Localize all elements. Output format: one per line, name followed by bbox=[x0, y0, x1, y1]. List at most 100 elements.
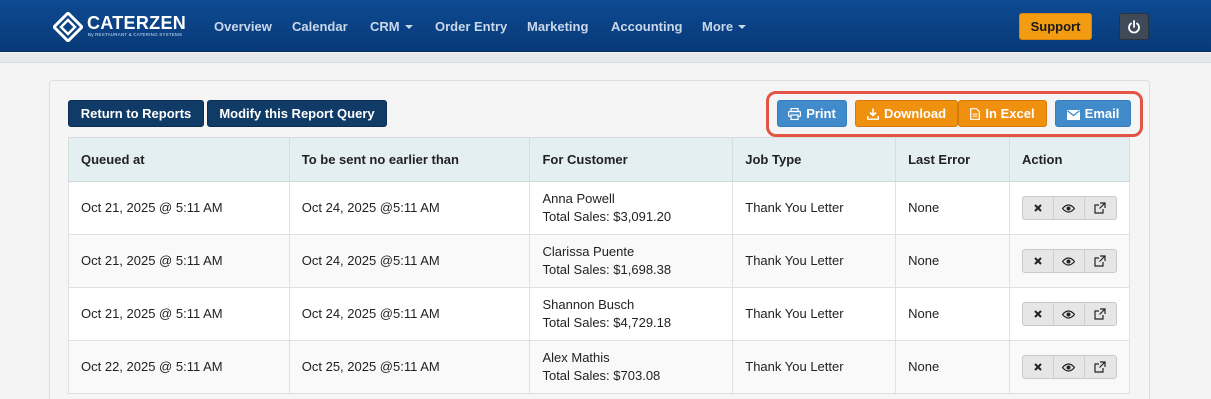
nav-accounting[interactable]: Accounting bbox=[611, 19, 683, 34]
open-external-button[interactable] bbox=[1085, 356, 1116, 378]
action-cell bbox=[1008, 287, 1131, 341]
column-header-last-error[interactable]: Last Error bbox=[895, 137, 1010, 182]
action-cell bbox=[1008, 234, 1131, 288]
send-after-cell: Oct 25, 2025 @5:11 AM bbox=[288, 340, 531, 394]
table-row: Oct 21, 2025 @ 5:11 AM Oct 24, 2025 @5:1… bbox=[68, 234, 1131, 288]
nav-more[interactable]: More bbox=[702, 19, 747, 34]
external-link-icon bbox=[1094, 202, 1107, 214]
column-header-job-type[interactable]: Job Type bbox=[732, 137, 897, 182]
column-header-action: Action bbox=[1008, 137, 1131, 182]
caterzen-logo[interactable]: CATERZEN By RESTAURANT & CATERING SYSTEM… bbox=[53, 11, 187, 43]
chevron-down-icon bbox=[738, 25, 747, 29]
download-icon bbox=[867, 108, 879, 120]
top-navbar: CATERZEN By RESTAURANT & CATERING SYSTEM… bbox=[0, 0, 1211, 52]
close-icon bbox=[1034, 257, 1042, 265]
nav-order-entry[interactable]: Order Entry bbox=[435, 19, 507, 34]
column-header-queued-at[interactable]: Queued at bbox=[68, 137, 290, 182]
eye-icon bbox=[1062, 362, 1076, 372]
delete-button[interactable] bbox=[1023, 303, 1054, 325]
customer-name: Clarissa Puente bbox=[542, 244, 635, 259]
email-label: Email bbox=[1084, 106, 1120, 121]
customer-cell: Shannon Busch Total Sales: $4,729.18 bbox=[529, 287, 734, 341]
print-label: Print bbox=[806, 106, 836, 121]
sub-header-strip bbox=[0, 53, 1211, 63]
customer-total-sales: Total Sales: $4,729.18 bbox=[542, 315, 672, 330]
nav-overview[interactable]: Overview bbox=[214, 19, 272, 34]
modify-report-query-button[interactable]: Modify this Report Query bbox=[207, 100, 387, 127]
row-action-group bbox=[1021, 302, 1117, 326]
brand-name: CATERZEN bbox=[87, 13, 187, 33]
file-icon bbox=[970, 108, 981, 120]
delete-button[interactable] bbox=[1023, 250, 1054, 272]
nav-crm-label: CRM bbox=[370, 19, 400, 34]
open-external-button[interactable] bbox=[1085, 197, 1116, 219]
external-link-icon bbox=[1094, 255, 1107, 267]
nav-more-label: More bbox=[702, 19, 734, 34]
view-button[interactable] bbox=[1054, 197, 1085, 219]
row-action-group bbox=[1021, 249, 1117, 273]
view-button[interactable] bbox=[1054, 303, 1085, 325]
last-error-cell: None bbox=[895, 287, 1010, 341]
last-error-cell: None bbox=[895, 234, 1010, 288]
download-excel-button[interactable]: In Excel bbox=[958, 100, 1047, 127]
nav-marketing[interactable]: Marketing bbox=[527, 19, 588, 34]
eye-icon bbox=[1062, 309, 1076, 319]
queued-at-cell: Oct 21, 2025 @ 5:11 AM bbox=[68, 287, 290, 341]
customer-cell: Clarissa Puente Total Sales: $1,698.38 bbox=[529, 234, 734, 288]
send-after-cell: Oct 24, 2025 @5:11 AM bbox=[288, 234, 531, 288]
view-button[interactable] bbox=[1054, 250, 1085, 272]
download-label: Download bbox=[883, 106, 947, 121]
eye-icon bbox=[1062, 256, 1076, 266]
table-row: Oct 21, 2025 @ 5:11 AM Oct 24, 2025 @5:1… bbox=[68, 181, 1131, 235]
power-icon bbox=[1128, 20, 1140, 34]
send-after-cell: Oct 24, 2025 @5:11 AM bbox=[288, 287, 531, 341]
eye-icon bbox=[1062, 203, 1076, 213]
customer-cell: Anna Powell Total Sales: $3,091.20 bbox=[529, 181, 734, 235]
customer-name: Shannon Busch bbox=[542, 297, 635, 312]
print-icon bbox=[788, 108, 802, 120]
delete-button[interactable] bbox=[1023, 197, 1054, 219]
close-icon bbox=[1034, 204, 1042, 212]
job-type-cell: Thank You Letter bbox=[732, 181, 897, 235]
customer-cell: Alex Mathis Total Sales: $703.08 bbox=[529, 340, 734, 394]
nav-crm[interactable]: CRM bbox=[370, 19, 413, 34]
brand-tagline: By RESTAURANT & CATERING SYSTEMS bbox=[88, 32, 183, 37]
column-header-send-after[interactable]: To be sent no earlier than bbox=[288, 137, 531, 182]
send-after-cell: Oct 24, 2025 @5:11 AM bbox=[288, 181, 531, 235]
customer-total-sales: Total Sales: $3,091.20 bbox=[542, 209, 672, 224]
email-button[interactable]: Email bbox=[1055, 100, 1131, 127]
last-error-cell: None bbox=[895, 340, 1010, 394]
row-action-group bbox=[1021, 196, 1117, 220]
open-external-button[interactable] bbox=[1085, 250, 1116, 272]
open-external-button[interactable] bbox=[1085, 303, 1116, 325]
external-link-icon bbox=[1094, 308, 1107, 320]
table-row: Oct 21, 2025 @ 5:11 AM Oct 24, 2025 @5:1… bbox=[68, 287, 1131, 341]
excel-label: In Excel bbox=[985, 106, 1035, 121]
return-to-reports-button[interactable]: Return to Reports bbox=[68, 100, 204, 127]
queued-at-cell: Oct 21, 2025 @ 5:11 AM bbox=[68, 181, 290, 235]
customer-name: Alex Mathis bbox=[542, 350, 610, 365]
table-row: Oct 22, 2025 @ 5:11 AM Oct 25, 2025 @5:1… bbox=[68, 340, 1131, 394]
logout-button[interactable] bbox=[1119, 13, 1149, 40]
last-error-cell: None bbox=[895, 181, 1010, 235]
support-button[interactable]: Support bbox=[1019, 13, 1092, 40]
queued-at-cell: Oct 22, 2025 @ 5:11 AM bbox=[68, 340, 290, 394]
chevron-down-icon bbox=[404, 25, 413, 29]
column-header-customer[interactable]: For Customer bbox=[529, 137, 734, 182]
external-link-icon bbox=[1094, 361, 1107, 373]
customer-total-sales: Total Sales: $1,698.38 bbox=[542, 262, 672, 277]
job-type-cell: Thank You Letter bbox=[732, 340, 897, 394]
delete-button[interactable] bbox=[1023, 356, 1054, 378]
table-header-row: Queued at To be sent no earlier than For… bbox=[68, 137, 1131, 182]
print-button[interactable]: Print bbox=[777, 100, 847, 127]
close-icon bbox=[1034, 363, 1042, 371]
download-button[interactable]: Download bbox=[855, 100, 958, 127]
nav-calendar[interactable]: Calendar bbox=[292, 19, 348, 34]
job-type-cell: Thank You Letter bbox=[732, 287, 897, 341]
customer-name: Anna Powell bbox=[542, 191, 615, 206]
report-queue-table: Queued at To be sent no earlier than For… bbox=[68, 137, 1131, 394]
close-icon bbox=[1034, 310, 1042, 318]
action-cell bbox=[1008, 181, 1131, 235]
view-button[interactable] bbox=[1054, 356, 1085, 378]
envelope-icon bbox=[1066, 110, 1080, 120]
